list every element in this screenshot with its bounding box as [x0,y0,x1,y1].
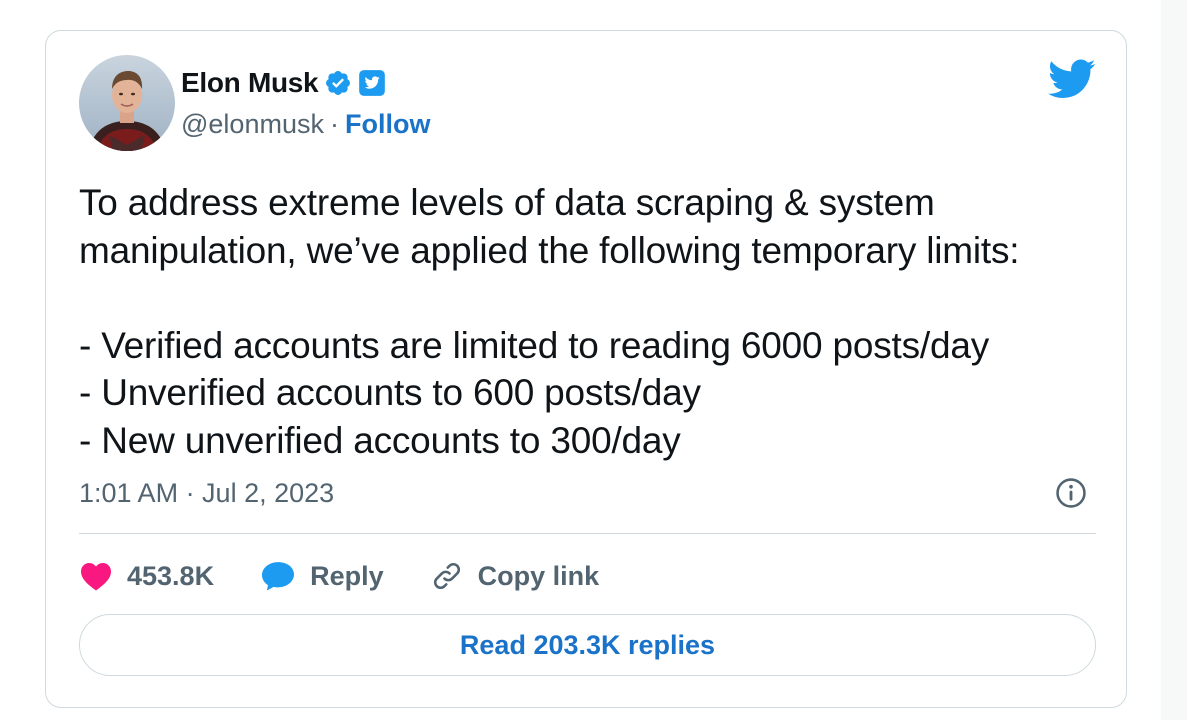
speech-bubble-icon [260,560,296,592]
reply-label: Reply [310,560,384,591]
copy-link-button[interactable]: Copy link [430,559,600,593]
like-button[interactable]: 453.8K [79,561,214,592]
heart-icon [79,561,113,591]
like-count: 453.8K [127,560,215,591]
tweet-timestamp[interactable]: 1:01 AM · Jul 2, 2023 [79,478,334,509]
author-handle[interactable]: @elonmusk [181,109,324,140]
page-side-strip [1161,0,1187,720]
info-icon[interactable] [1054,476,1088,515]
tweet-line: - Unverified accounts to 600 posts/day [79,372,701,413]
reply-button[interactable]: Reply [260,560,384,592]
action-bar: 453.8K Reply Copy link [79,556,645,596]
tweet-card: Elon Musk @elonmusk · Follow To address … [45,30,1127,708]
follow-link[interactable]: Follow [345,109,430,140]
separator-dot: · [329,108,339,139]
divider [79,533,1096,534]
tweet-line: - Verified accounts are limited to readi… [79,324,990,366]
tweet-text: To address extreme levels of data scrapi… [79,179,1099,464]
copy-link-label: Copy link [477,560,600,591]
tweet-line: manipulation, we’ve applied the followin… [79,229,1020,271]
author-name-row: Elon Musk [181,66,386,100]
author-handle-row: @elonmusk · Follow [181,107,430,141]
tweet-blank-line [79,274,1099,322]
author-display-name[interactable]: Elon Musk [181,67,319,99]
twitter-square-icon [358,69,386,97]
link-icon [430,559,464,593]
twitter-bird-icon[interactable] [1048,59,1096,106]
tweet-line: - New unverified accounts to 300/day [79,419,681,461]
avatar[interactable] [79,55,175,151]
read-replies-button[interactable]: Read 203.3K replies [79,614,1096,676]
page: Elon Musk @elonmusk · Follow To address … [0,0,1187,720]
tweet-line: To address extreme levels of data scrapi… [79,182,935,223]
verified-badge-icon [324,69,352,97]
